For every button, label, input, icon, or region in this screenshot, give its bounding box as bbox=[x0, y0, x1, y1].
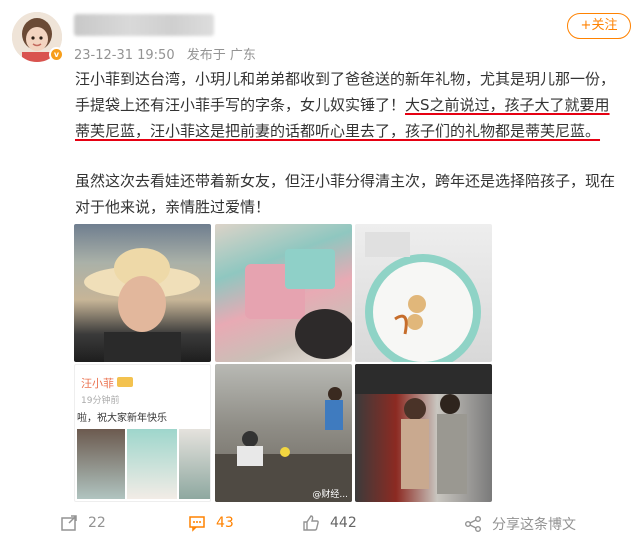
share-icon bbox=[465, 516, 481, 532]
comment-button[interactable]: 43 bbox=[188, 514, 234, 532]
repost-icon bbox=[61, 515, 77, 531]
post-body-2: 虽然这次去看娃还带着新女友，但汪小菲分得清主次，跨年还是选择陪孩子，现在 对于他… bbox=[75, 168, 635, 220]
highlighted-text: 大S之前说过，孩子大了就要用 bbox=[405, 96, 610, 114]
post-body: 汪小菲到达台湾，小玥儿和弟弟都收到了爸爸送的新年礼物，尤其是玥儿那一份， 手提袋… bbox=[75, 66, 635, 144]
follow-button[interactable]: +关注 bbox=[567, 13, 631, 39]
embedded-photo-1 bbox=[77, 429, 125, 499]
embedded-username: 汪小菲 bbox=[81, 377, 114, 390]
post-line: 汪小菲到达台湾，小玥儿和弟弟都收到了爸爸送的新年礼物，尤其是玥儿那一份， bbox=[75, 70, 616, 88]
post-meta: 23-12-31 19:50 发布于 广东 bbox=[74, 44, 264, 63]
post-image-6[interactable] bbox=[355, 364, 492, 502]
post-timestamp[interactable]: 23-12-31 19:50 bbox=[74, 48, 175, 63]
embedded-photo-3 bbox=[179, 429, 210, 499]
post-image-3[interactable] bbox=[355, 224, 492, 362]
comment-icon bbox=[189, 516, 205, 532]
post-line: 虽然这次去看娃还带着新女友，但汪小菲分得清主次，跨年还是选择陪孩子，现在 bbox=[75, 172, 616, 190]
verified-badge-icon: v bbox=[49, 47, 64, 62]
share-label: 分享这条博文 bbox=[492, 517, 576, 533]
post-image-1[interactable] bbox=[74, 224, 211, 362]
post-image-2[interactable] bbox=[215, 224, 352, 362]
post-line: 对于他来说，亲情胜过爱情！ bbox=[75, 198, 271, 216]
share-button[interactable]: 分享这条博文 bbox=[464, 514, 576, 534]
post-text-segment: 手提袋上还有汪小菲手写的字条，女儿奴实锤了！ bbox=[75, 96, 406, 114]
embedded-caption: 啦，祝大家新年快乐 bbox=[77, 413, 167, 424]
post-image-5[interactable]: @财经... bbox=[215, 364, 352, 502]
like-count: 442 bbox=[330, 515, 357, 531]
repost-button[interactable]: 22 bbox=[60, 514, 106, 532]
crown-icon bbox=[117, 377, 133, 387]
image-watermark: @财经... bbox=[312, 490, 348, 500]
post-source: 发布于 广东 bbox=[186, 48, 256, 63]
username-blurred[interactable] bbox=[74, 14, 214, 36]
highlighted-text: 蒂芙尼蓝，汪小菲这是把前妻的话都听心里去了，孩子们的礼物都是蒂芙尼蓝。 bbox=[75, 122, 601, 140]
repost-count: 22 bbox=[88, 515, 106, 531]
comment-count: 43 bbox=[216, 515, 234, 531]
post-footer: 22 43 442 分享这条博文 bbox=[0, 508, 640, 538]
embedded-photo-2 bbox=[127, 429, 177, 499]
post-line: 蒂芙尼蓝，汪小菲这是把前妻的话都听心里去了，孩子们的礼物都是蒂芙尼蓝。 bbox=[75, 118, 635, 144]
like-button[interactable]: 442 bbox=[302, 514, 357, 532]
post-image-4-embedded-screenshot[interactable]: 汪小菲 19分钟前 啦，祝大家新年快乐 bbox=[74, 364, 211, 502]
embedded-time: 19分钟前 bbox=[81, 396, 120, 406]
like-icon bbox=[303, 515, 319, 531]
post-line: 手提袋上还有汪小菲手写的字条，女儿奴实锤了！大S之前说过，孩子大了就要用 bbox=[75, 92, 635, 118]
